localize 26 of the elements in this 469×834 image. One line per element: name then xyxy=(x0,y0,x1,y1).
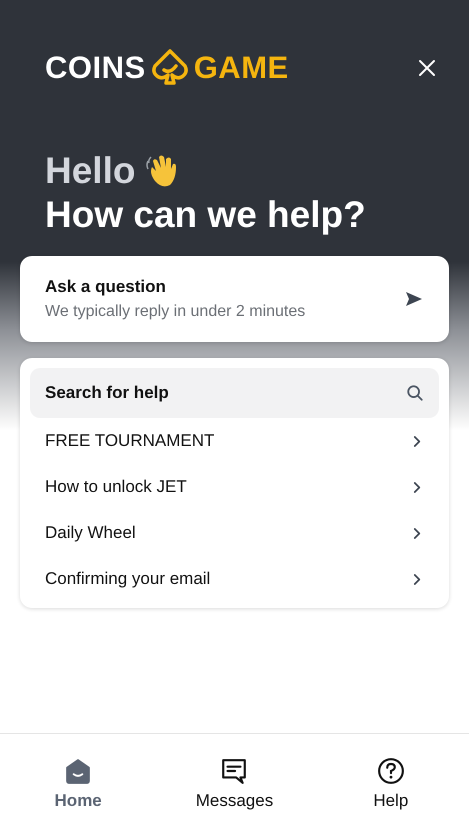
headline: How can we help? xyxy=(45,194,367,236)
send-icon xyxy=(404,289,424,309)
search-field[interactable]: Search for help xyxy=(30,368,439,418)
article-link[interactable]: Confirming your email xyxy=(30,556,439,602)
logo-text: GAME xyxy=(194,50,289,86)
ask-question-card[interactable]: Ask a question We typically reply in under 2 minutes xyxy=(20,256,449,342)
message-icon xyxy=(220,757,248,785)
article-link[interactable]: How to unlock JET xyxy=(30,464,439,510)
card-subtitle: We typically reply in under 2 minutes xyxy=(45,303,306,321)
logo-text: COINS xyxy=(45,50,146,86)
nav-tab[interactable]: Help xyxy=(330,757,451,811)
chevron-right-icon xyxy=(413,480,422,494)
article-link[interactable]: FREE TOURNAMENT xyxy=(30,418,439,464)
chevron-right-icon xyxy=(413,572,422,586)
nav-tab[interactable]: Home xyxy=(18,757,138,811)
spade-logo-icon xyxy=(150,48,190,88)
article-link[interactable]: Daily Wheel xyxy=(30,510,439,556)
chevron-right-icon xyxy=(413,434,422,448)
search-icon xyxy=(406,384,424,402)
greeting: Hello xyxy=(45,150,136,192)
nav-tab[interactable]: Messages xyxy=(174,757,294,811)
card-title: Ask a question xyxy=(45,277,167,297)
chevron-right-icon xyxy=(413,526,422,540)
home-icon xyxy=(64,757,92,785)
question-icon xyxy=(376,757,405,785)
close-icon[interactable] xyxy=(417,58,437,78)
